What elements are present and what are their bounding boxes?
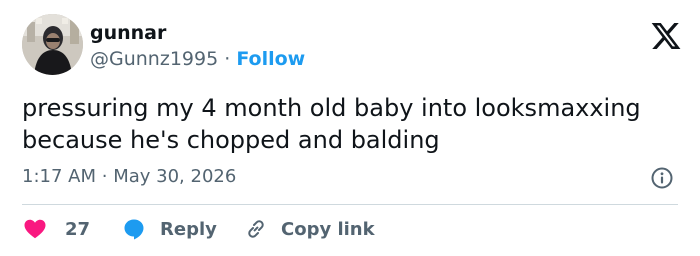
avatar[interactable] <box>22 14 83 75</box>
avatar-photo <box>22 14 83 75</box>
link-icon <box>248 220 264 238</box>
author-handle-row: @Gunnz1995 · Follow <box>90 48 305 70</box>
x-logo-icon[interactable] <box>650 20 682 52</box>
reply-button[interactable]: Reply <box>122 214 217 244</box>
tweet-header: gunnar @Gunnz1995 · Follow <box>22 14 682 78</box>
timestamp-separator: · <box>101 166 108 187</box>
like-count: 27 <box>65 218 91 240</box>
like-button[interactable]: 27 <box>22 214 90 244</box>
divider <box>22 204 678 205</box>
author-handle[interactable]: @Gunnz1995 <box>90 48 218 70</box>
reply-bubble-icon <box>124 219 144 240</box>
reply-label: Reply <box>160 218 217 240</box>
heart-icon <box>24 219 46 239</box>
handle-separator: · <box>224 48 231 70</box>
tweet-text: pressuring my 4 month old baby into look… <box>22 94 641 154</box>
action-bar: 27 Reply Copy link <box>22 214 682 244</box>
follow-button[interactable]: Follow <box>236 48 305 70</box>
copy-link-button[interactable]: Copy link <box>244 214 375 244</box>
author-name[interactable]: gunnar <box>90 22 166 44</box>
tweet-date: May 30, 2026 <box>113 166 237 187</box>
tweet-time: 1:17 AM <box>22 166 96 187</box>
copy-link-label: Copy link <box>281 218 375 240</box>
tweet-timestamp[interactable]: 1:17 AM · May 30, 2026 <box>22 166 236 187</box>
info-icon[interactable] <box>650 166 674 190</box>
